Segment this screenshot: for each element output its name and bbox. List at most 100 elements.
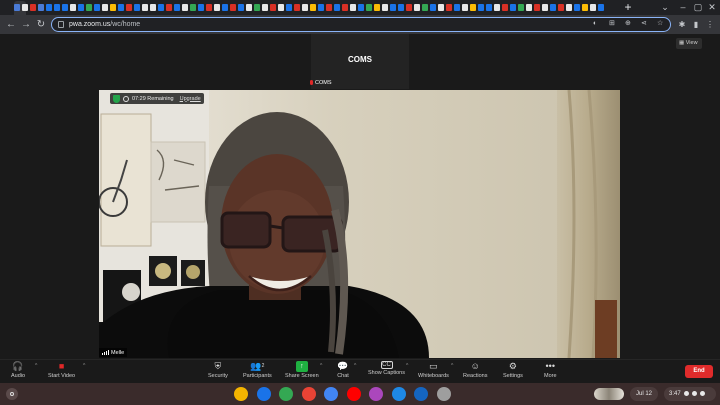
tab-favicon-icon[interactable] [78, 4, 84, 11]
tab-favicon-icon[interactable] [110, 4, 116, 11]
tab-favicon-icon[interactable] [526, 4, 532, 11]
back-icon[interactable]: ← [4, 17, 18, 32]
tab-favicon-icon[interactable] [494, 4, 500, 11]
side-panel-icon[interactable]: ▮ [691, 18, 701, 31]
tab-search-icon[interactable]: ⌄ [658, 0, 672, 15]
meet-icon[interactable] [279, 387, 293, 401]
tab-favicon-icon[interactable] [334, 4, 340, 11]
tab-favicon-icon[interactable] [262, 4, 268, 11]
site-permission-icon[interactable]: ◐ [593, 20, 600, 28]
tab-favicon-icon[interactable] [134, 4, 140, 11]
tab-favicon-icon[interactable] [166, 4, 172, 11]
tab-favicon-icon[interactable] [566, 4, 572, 11]
audio-options-caret-icon[interactable]: ^ [35, 363, 37, 369]
tab-favicon-icon[interactable] [222, 4, 228, 11]
video-options-caret-icon[interactable]: ^ [83, 363, 85, 369]
bookmark-star-icon[interactable]: ☆ [657, 20, 664, 28]
reactions-button[interactable]: ☺ Reactions [463, 361, 487, 383]
tab-favicon-icon[interactable] [534, 4, 540, 11]
close-icon[interactable]: ✕ [705, 0, 719, 15]
view-button[interactable]: ▦ View [676, 38, 702, 49]
minimize-icon[interactable]: – [676, 0, 690, 15]
chat-button[interactable]: 💬 Chat [337, 361, 349, 383]
main-video-feed[interactable]: 07:29 Remaining Upgrade Melle [99, 90, 620, 358]
install-app-icon[interactable]: ⊞ [609, 20, 616, 28]
chat-options-caret-icon[interactable]: ^ [354, 363, 356, 369]
tab-favicon-icon[interactable] [70, 4, 76, 11]
tab-favicon-icon[interactable] [158, 4, 164, 11]
tab-favicon-icon[interactable] [446, 4, 452, 11]
share-screen-button[interactable]: ↑ Share Screen [285, 361, 319, 383]
forward-icon[interactable]: → [19, 17, 33, 32]
tab-favicon-icon[interactable] [86, 4, 92, 11]
tab-favicon-icon[interactable] [38, 4, 44, 11]
tab-favicon-icon[interactable] [406, 4, 412, 11]
tab-favicon-icon[interactable] [558, 4, 564, 11]
tab-favicon-icon[interactable] [510, 4, 516, 11]
tab-favicon-icon[interactable] [382, 4, 388, 11]
messages-icon[interactable] [391, 387, 406, 401]
tab-favicon-icon[interactable] [574, 4, 580, 11]
url-text[interactable]: pwa.zoom.us/wc/home [69, 19, 140, 31]
tab-favicon-icon[interactable] [54, 4, 60, 11]
tab-favicon-icon[interactable] [206, 4, 212, 11]
launcher-icon[interactable] [6, 388, 18, 400]
new-tab-button[interactable]: + [622, 0, 634, 15]
tab-favicon-icon[interactable] [398, 4, 404, 11]
tab-favicon-icon[interactable] [62, 4, 68, 11]
tab-favicon-icon[interactable] [430, 4, 436, 11]
upgrade-link[interactable]: Upgrade [180, 96, 201, 102]
site-info-icon[interactable] [58, 21, 64, 28]
tab-favicon-icon[interactable] [214, 4, 220, 11]
tab-favicon-icon[interactable] [550, 4, 556, 11]
tab-favicon-icon[interactable] [366, 4, 372, 11]
tab-favicon-icon[interactable] [174, 4, 180, 11]
captions-options-caret-icon[interactable]: ^ [406, 363, 408, 369]
tab-favicon-icon[interactable] [142, 4, 148, 11]
tab-favicon-icon[interactable] [318, 4, 324, 11]
tab-favicon-icon[interactable] [46, 4, 52, 11]
end-meeting-button[interactable]: End [685, 365, 713, 378]
start-video-button[interactable]: ■ Start Video [48, 361, 75, 383]
reload-icon[interactable]: ↻ [34, 17, 48, 32]
zoom-level-icon[interactable]: ⊕ [625, 20, 632, 28]
extensions-icon[interactable]: ✱ [677, 18, 687, 31]
security-shield-icon[interactable] [113, 94, 120, 103]
share-options-caret-icon[interactable]: ^ [320, 363, 322, 369]
tab-favicons[interactable] [14, 3, 612, 12]
tab-favicon-icon[interactable] [230, 4, 236, 11]
whiteboard-options-caret-icon[interactable]: ^ [451, 363, 453, 369]
tab-favicon-icon[interactable] [238, 4, 244, 11]
tab-favicon-icon[interactable] [478, 4, 484, 11]
tab-favicon-icon[interactable] [358, 4, 364, 11]
gmail-like-icon[interactable] [256, 387, 271, 401]
tab-favicon-icon[interactable] [254, 4, 260, 11]
tab-favicon-icon[interactable] [502, 4, 508, 11]
tab-favicon-icon[interactable] [150, 4, 156, 11]
files-icon[interactable] [414, 387, 428, 401]
tab-favicon-icon[interactable] [390, 4, 396, 11]
gmail-icon[interactable] [301, 387, 316, 401]
tab-favicon-icon[interactable] [374, 4, 380, 11]
tab-favicon-icon[interactable] [190, 4, 196, 11]
tab-favicon-icon[interactable] [94, 4, 100, 11]
maximize-icon[interactable]: ▢ [691, 0, 705, 15]
whiteboards-button[interactable]: ▭ Whiteboards [418, 361, 449, 383]
tab-favicon-icon[interactable] [350, 4, 356, 11]
tab-favicon-icon[interactable] [422, 4, 428, 11]
tab-favicon-icon[interactable] [270, 4, 276, 11]
tab-favicon-icon[interactable] [22, 4, 28, 11]
date-pill[interactable]: Jul 12 [630, 387, 658, 401]
participants-button[interactable]: 👥 2 Participants [243, 361, 272, 383]
share-icon[interactable]: ⋖ [641, 20, 648, 28]
status-tray[interactable]: 3:47 [664, 387, 716, 401]
holding-space-thumbnail[interactable] [594, 388, 624, 400]
tab-favicon-icon[interactable] [486, 4, 492, 11]
tab-favicon-icon[interactable] [462, 4, 468, 11]
youtube-icon[interactable] [346, 387, 361, 401]
tab-favicon-icon[interactable] [286, 4, 292, 11]
tab-favicon-icon[interactable] [14, 4, 20, 11]
security-button[interactable]: ⛨ Security [208, 361, 228, 383]
tab-favicon-icon[interactable] [118, 4, 124, 11]
settings-icon[interactable] [436, 387, 451, 401]
